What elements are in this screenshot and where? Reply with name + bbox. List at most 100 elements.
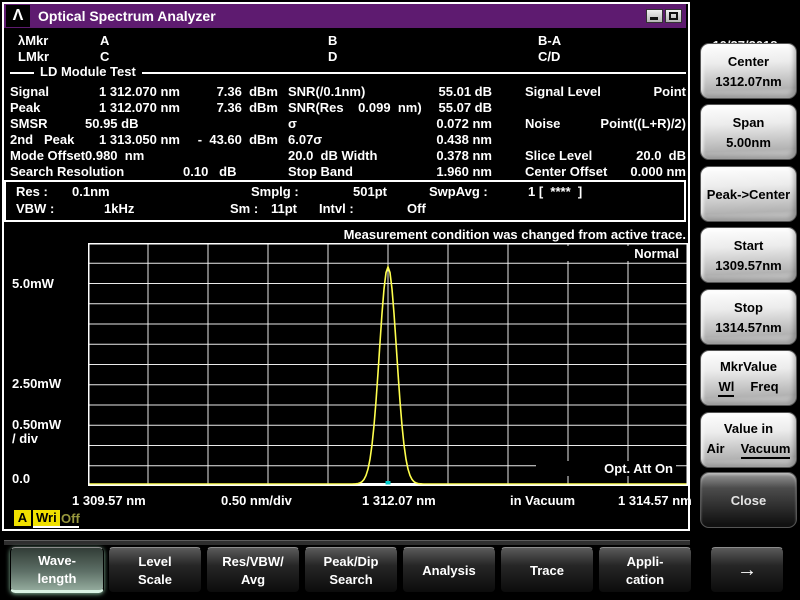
softkey-line: Stop [734,300,763,315]
tab-level-scale[interactable]: LevelScale [108,547,202,593]
measurement-value: 1 312.070 nm [70,84,180,99]
smoothing-label: Sm : [230,201,258,216]
measurement-value: - 43.60 dBm [178,132,278,147]
tab-analysis[interactable]: Analysis [402,547,496,593]
softkey-line: 1309.57nm [715,258,782,273]
softkey-close[interactable]: Close [700,472,797,528]
res-label: Res : [16,184,48,199]
tab-label: Level [138,554,171,569]
softkey-value-in[interactable]: Value in Air Vacuum [700,412,797,468]
y-tick-zero: 0.0 [12,471,30,486]
tab-wavelength[interactable]: Wave-length [10,547,104,593]
measurement-label: 20.0 dB Width [288,148,377,163]
softkey-line: MkrValue [720,359,777,374]
measurement-row: Signal1 312.070 nm7.36 dBmSNR(/0.1nm)55.… [0,84,690,100]
tab-res-vbw-avg[interactable]: Res/VBW/Avg [206,547,300,593]
softkey-center[interactable]: Center1312.07nm [700,43,797,99]
softkey-peak-to-center[interactable]: Peak->Center [700,166,797,222]
toolbar-strip [4,540,690,545]
measurement-label: Peak [10,100,40,115]
x-medium-label: in Vacuum [510,493,575,508]
measurement-value: Point((L+R)/2) [586,116,686,131]
anritsu-logo-icon: Λ [6,5,30,27]
marker-c-over-d-label: C/D [538,49,560,64]
marker-b-minus-a-label: B-A [538,33,561,48]
minimize-button[interactable] [646,9,663,23]
measurement-value: 1 313.050 nm [70,132,180,147]
option-vacuum[interactable]: Vacuum [741,441,791,459]
title-bar: Λ Optical Spectrum Analyzer [4,4,686,28]
y-scale-per-div-unit: / div [12,431,38,446]
swpavg-label: SwpAvg : [429,184,488,199]
interval-label: Intvl : [319,201,354,216]
y-tick-5mw: 5.0mW [12,276,54,291]
measurement-value: 0.000 nm [586,164,686,179]
option-freq[interactable]: Freq [750,379,778,397]
measurement-value: 0.980 nm [85,148,144,163]
softkey-mkr-value[interactable]: MkrValue Wl Freq [700,350,797,406]
tab-more[interactable]: → [710,547,784,593]
x-start-label: 1 309.57 nm [72,493,146,508]
restore-icon [669,12,678,20]
x-stop-label: 1 314.57 nm [618,493,692,508]
measurement-value: 7.36 dBm [178,84,278,99]
marker-c-label: C [100,49,109,64]
tab-application[interactable]: Appli-cation [598,547,692,593]
tab-label: Wave- [38,553,76,568]
trace-write-mode: Wri [33,510,60,526]
softkey-line: Value in [724,421,773,436]
trace-a-badge: A [14,510,31,526]
softkey-line: 1314.57nm [715,320,782,335]
marker-b-label: B [328,33,337,48]
measurement-label: Stop Band [288,164,353,179]
measurement-label: Noise [525,116,560,131]
tab-label: cation [626,572,664,587]
tab-peak-dip-search[interactable]: Peak/DipSearch [304,547,398,593]
measurement-value: 50.95 dB [85,116,138,131]
function-toolbar: Wave-lengthLevelScaleRes/VBW/AvgPeak/Dip… [0,533,800,600]
marker-a-label: A [100,33,109,48]
measurement-row: 2nd Peak1 313.050 nm- 43.60 dBm 6.07σ 0.43… [0,132,690,148]
tab-label: Avg [241,572,265,587]
softkey-span[interactable]: Span5.00nm [700,104,797,160]
window-title: Optical Spectrum Analyzer [38,8,216,24]
tab-label: Appli- [627,554,664,569]
vbw-label: VBW : [16,201,54,216]
marker-d-label: D [328,49,337,64]
restore-button[interactable] [665,9,682,23]
tab-label: Search [329,572,372,587]
measurement-value: 0.10 dB [183,164,236,179]
measurement-label: Slice Level [525,148,592,163]
measurement-label: 6.07σ [288,132,322,147]
measurement-row: Search Resolution 0.10 dB Stop Band 1.960 n… [0,164,690,180]
measurement-label: 2nd Peak [10,132,74,147]
measurement-label: Mode Offset [10,148,85,163]
measurement-value: 7.36 dBm [178,100,278,115]
softkey-stop[interactable]: Stop 1314.57nm [700,289,797,345]
trace-notice: Measurement condition was changed from a… [88,227,686,242]
measurement-label: σ [288,116,297,131]
option-wl[interactable]: Wl [718,379,734,397]
tab-label: Res/VBW/ [222,554,283,569]
tab-trace[interactable]: Trace [500,547,594,593]
softkey-options: Wl Freq [718,379,778,397]
softkey-start[interactable]: Start1309.57nm [700,227,797,283]
level-marker-label: LMkr [18,49,49,64]
x-center-label: 1 312.07 nm [362,493,436,508]
res-value: 0.1nm [72,184,110,199]
measurement-label: Search Resolution [10,164,124,179]
smoothing-value: 11pt [271,201,297,216]
option-air[interactable]: Air [707,441,725,459]
vbw-value: 1kHz [104,201,134,216]
measurement-value: 0.378 nm [400,148,492,163]
measurement-value: 1 312.070 nm [70,100,180,115]
measurement-value: 0.438 nm [400,132,492,147]
trace-mode-label: Normal [542,246,682,261]
spectrum-plot-svg [88,243,688,486]
softkey-line: 1312.07nm [715,74,782,89]
measurement-label: SMSR [10,116,48,131]
wavelength-marker-label: λMkr [18,33,48,48]
softkey-line: Span [733,115,765,130]
measurement-value: 1.960 nm [400,164,492,179]
measurement-row: SMSR50.95 dBσ0.072 nmNoisePoint((L+R)/2) [0,116,690,132]
